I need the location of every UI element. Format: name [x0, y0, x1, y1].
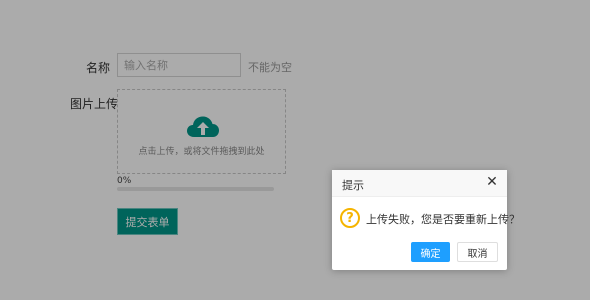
- question-icon: ?: [340, 208, 360, 228]
- confirm-button[interactable]: 确定: [411, 242, 450, 262]
- dialog-message: 上传失败，您是否要重新上传？: [366, 213, 520, 226]
- dialog-header: 提示 ✕: [332, 170, 507, 197]
- cancel-button[interactable]: 取消: [457, 242, 498, 262]
- dialog-title: 提示: [342, 179, 364, 192]
- retry-upload-dialog: 提示 ✕ ? 上传失败，您是否要重新上传？ 确定 取消: [332, 170, 520, 270]
- close-icon[interactable]: ✕: [485, 175, 499, 189]
